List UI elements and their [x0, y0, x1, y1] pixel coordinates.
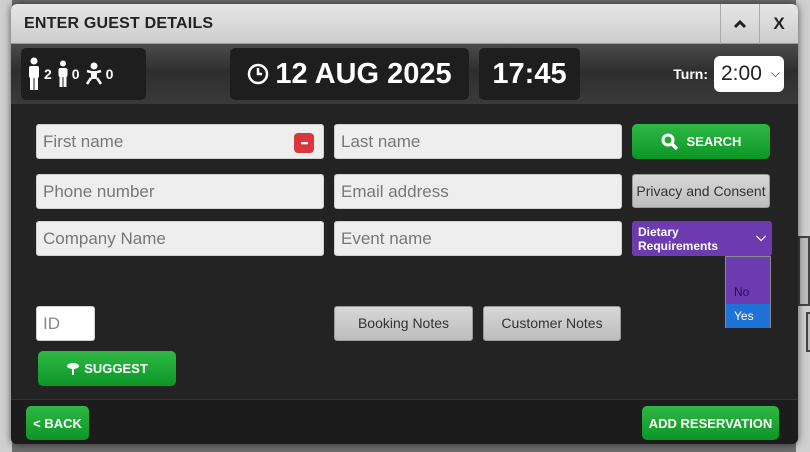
email-input[interactable]: Email address: [334, 174, 622, 209]
close-button[interactable]: X: [759, 4, 798, 44]
last-name-placeholder: Last name: [341, 131, 421, 151]
id-placeholder: ID: [43, 313, 60, 333]
dietary-option-no[interactable]: No: [726, 285, 770, 299]
clock-icon: [248, 63, 269, 85]
adult-count: 2: [44, 66, 52, 82]
guest-details-dialog: ENTER GUEST DETAILS X 2 0 0 12 AUG 2025 …: [11, 4, 798, 444]
back-button[interactable]: < BACK: [26, 406, 89, 440]
first-name-input[interactable]: First name •••: [36, 124, 324, 159]
dialog-title: ENTER GUEST DETAILS: [24, 14, 214, 32]
adult-icon: [29, 57, 39, 90]
booking-time[interactable]: 17:45: [479, 48, 580, 100]
id-input[interactable]: ID: [36, 306, 95, 341]
booking-notes-button[interactable]: Booking Notes: [334, 306, 473, 341]
dietary-label: Dietary Requirements: [638, 225, 719, 253]
table-icon: [67, 362, 80, 375]
password-manager-icon[interactable]: •••: [294, 133, 314, 153]
search-button[interactable]: SEARCH: [632, 124, 770, 159]
search-label: SEARCH: [686, 134, 742, 149]
turn-label: Turn:: [673, 66, 708, 82]
dialog-footer: < BACK ADD RESERVATION: [11, 399, 798, 444]
booking-info-bar: 2 0 0 12 AUG 2025 17:45 Turn: 2:00 ⌵: [11, 44, 798, 104]
event-placeholder: Event name: [341, 228, 432, 248]
child-icon: [58, 60, 68, 87]
suggest-button[interactable]: SUGGEST: [38, 351, 176, 386]
first-name-placeholder: First name: [43, 131, 124, 151]
dietary-select[interactable]: Dietary Requirements ⌵: [632, 221, 772, 256]
chevron-down-icon: ⌵: [756, 229, 766, 244]
guest-form: First name ••• Last name SEARCH Phone nu…: [11, 104, 798, 399]
dietary-dropdown-list: No Yes: [725, 256, 771, 328]
background-right-edge: [796, 0, 810, 452]
infant-count: 0: [105, 66, 114, 82]
event-input[interactable]: Event name: [334, 221, 622, 256]
chevron-up-icon: [733, 19, 747, 29]
chevron-down-icon: ⌵: [770, 66, 780, 80]
suggest-label: SUGGEST: [84, 361, 148, 376]
turn-value: 2:00: [721, 62, 762, 85]
booking-date[interactable]: 12 AUG 2025: [230, 48, 469, 100]
search-icon: [661, 133, 678, 150]
turn-select[interactable]: 2:00 ⌵: [714, 56, 784, 92]
privacy-consent-button[interactable]: Privacy and Consent: [632, 174, 770, 208]
phone-input[interactable]: Phone number: [36, 174, 324, 209]
date-text: 12 AUG 2025: [275, 57, 452, 90]
infant-icon: [85, 62, 102, 85]
background-table-tile: [798, 236, 810, 306]
child-count: 0: [71, 66, 80, 82]
turn-selector: Turn: 2:00 ⌵: [673, 56, 784, 92]
customer-notes-button[interactable]: Customer Notes: [483, 306, 621, 341]
collapse-button[interactable]: [720, 4, 759, 44]
email-placeholder: Email address: [341, 181, 449, 201]
dietary-option-yes[interactable]: Yes: [726, 304, 770, 328]
background-table-tile: [806, 312, 810, 352]
add-reservation-button[interactable]: ADD RESERVATION: [642, 406, 779, 440]
phone-placeholder: Phone number: [43, 181, 155, 201]
guest-count-panel[interactable]: 2 0 0: [21, 48, 146, 100]
company-input[interactable]: Company Name: [36, 221, 324, 256]
company-placeholder: Company Name: [43, 228, 166, 248]
dialog-titlebar: ENTER GUEST DETAILS X: [11, 4, 798, 44]
last-name-input[interactable]: Last name: [334, 124, 622, 159]
